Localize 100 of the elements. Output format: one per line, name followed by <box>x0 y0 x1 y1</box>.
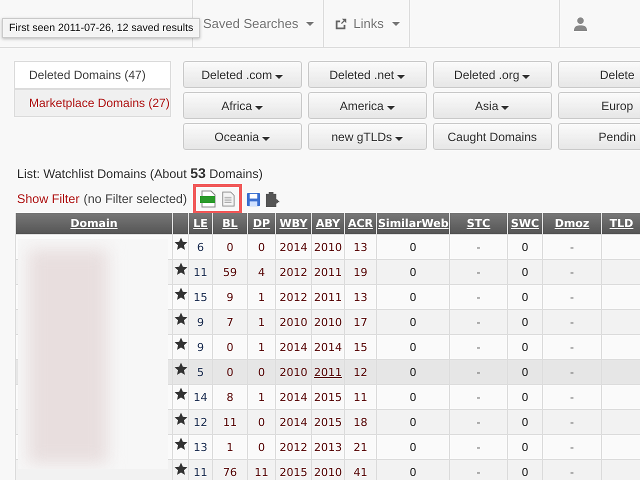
save-icon[interactable] <box>246 192 262 206</box>
table-cell: 0 <box>508 384 542 410</box>
table-cell: 2015 <box>312 384 344 410</box>
column-header[interactable]: DP <box>248 213 276 234</box>
table-cell: 2012 <box>276 434 312 460</box>
table-cell: 0 <box>376 234 450 260</box>
caret-icon <box>386 106 395 110</box>
table-cell: 0 <box>212 234 248 260</box>
tooltip: First seen 2011-07-26, 12 saved results <box>2 18 200 38</box>
caret-icon <box>262 136 270 140</box>
side-tab[interactable]: Marketplace Domains (27) <box>14 89 171 117</box>
star-icon[interactable] <box>174 287 188 301</box>
star-icon[interactable] <box>174 262 188 276</box>
document-icon[interactable] <box>221 190 236 208</box>
filter-button[interactable]: Europ <box>558 92 640 119</box>
filter-button[interactable]: America <box>308 92 427 119</box>
table-cell: 2012 <box>276 260 312 284</box>
table-cell: 1 <box>248 334 276 360</box>
table-cell: 7 <box>212 310 248 334</box>
filter-button[interactable]: Deleted .net <box>308 61 427 88</box>
table-cell: 11 <box>212 410 248 434</box>
table-cell: 0 <box>376 310 450 334</box>
caret-icon <box>255 106 264 110</box>
column-header[interactable]: SWC <box>508 213 542 234</box>
column-header[interactable]: WBY <box>276 213 312 234</box>
column-header[interactable]: BL <box>212 213 248 234</box>
table-cell: 11 <box>188 260 212 284</box>
table-cell: 17 <box>344 310 376 334</box>
column-header[interactable]: ACR <box>344 213 376 234</box>
clipboard-icon[interactable] <box>265 190 280 208</box>
table-cell: 1 <box>248 310 276 334</box>
table-cell: - <box>542 310 602 334</box>
table-cell: 2014 <box>276 384 312 410</box>
table-cell: 2010 <box>312 310 344 334</box>
table-cell: - <box>450 260 508 284</box>
csv-file-icon[interactable] <box>200 190 216 208</box>
star-icon[interactable] <box>174 237 188 251</box>
filter-button[interactable]: Delete <box>558 61 640 88</box>
filter-button[interactable]: Asia <box>432 92 552 119</box>
caret-icon <box>501 106 510 110</box>
table-cell: 13 <box>188 434 212 460</box>
filter-button[interactable]: Pendin <box>558 123 640 150</box>
table-cell: 19 <box>344 260 376 284</box>
side-tab[interactable]: Deleted Domains (47) <box>14 61 171 89</box>
nav-menu-item[interactable]: Links <box>324 0 410 47</box>
table-cell: - <box>450 460 508 480</box>
filter-note: (no Filter selected) <box>84 192 188 206</box>
column-header[interactable]: Dmoz <box>542 213 602 234</box>
table-cell: 0 <box>508 460 542 480</box>
table-cell: 0 <box>248 434 276 460</box>
star-icon[interactable] <box>174 437 188 451</box>
table-cell: 15 <box>188 284 212 310</box>
table-cell: 2012 <box>276 284 312 310</box>
column-header[interactable]: ABY <box>312 213 344 234</box>
filter-button[interactable]: Deleted .com <box>182 61 302 88</box>
table-cell: 0 <box>508 310 542 334</box>
table-cell: - <box>450 310 508 334</box>
table-cell: 11 <box>248 460 276 480</box>
star-icon[interactable] <box>174 412 188 426</box>
table-cell: 0 <box>248 234 276 260</box>
show-filter-link[interactable]: Show Filter <box>17 192 80 206</box>
table-cell: 13 <box>344 234 376 260</box>
caret-icon <box>522 74 530 78</box>
table-cell: 0 <box>508 234 542 260</box>
table-cell: 2014 <box>276 410 312 434</box>
table-cell: 0 <box>508 284 542 310</box>
filter-button[interactable]: Deleted .org <box>432 61 552 88</box>
table-cell: 9 <box>188 334 212 360</box>
table-cell: 18 <box>344 410 376 434</box>
column-header[interactable]: SimilarWeb <box>376 213 450 234</box>
table-cell: 2011 <box>312 260 344 284</box>
filter-button[interactable]: new gTLDs <box>308 123 427 150</box>
table-cell: 12 <box>188 410 212 434</box>
caret-icon <box>395 136 404 140</box>
column-header[interactable]: TLD <box>602 213 640 234</box>
star-icon[interactable] <box>174 462 188 476</box>
table-cell: 9 <box>212 284 248 310</box>
table-cell: - <box>450 284 508 310</box>
table-cell: 4 <box>248 260 276 284</box>
caret-icon <box>397 74 406 78</box>
star-icon[interactable] <box>174 362 188 376</box>
table-cell: 0 <box>248 410 276 434</box>
column-header[interactable]: LE <box>188 213 212 234</box>
table-cell: 2014 <box>312 334 344 360</box>
table-cell: 0 <box>376 384 450 410</box>
column-header[interactable]: STC <box>450 213 508 234</box>
table-cell: 15 <box>344 334 376 360</box>
filter-button[interactable]: Caught Domains <box>432 123 552 150</box>
table-cell: 0 <box>376 284 450 310</box>
table-cell: - <box>450 360 508 384</box>
star-icon[interactable] <box>174 312 188 326</box>
table-cell: 0 <box>212 334 248 360</box>
filter-button[interactable]: Oceania <box>182 123 302 150</box>
column-header[interactable]: Domain <box>16 213 172 234</box>
filter-button[interactable]: Africa <box>182 92 302 119</box>
star-icon[interactable] <box>174 337 188 351</box>
table-cell: 0 <box>376 334 450 360</box>
star-icon[interactable] <box>174 387 188 401</box>
table-cell: - <box>450 384 508 410</box>
table-cell: 2010 <box>312 234 344 260</box>
